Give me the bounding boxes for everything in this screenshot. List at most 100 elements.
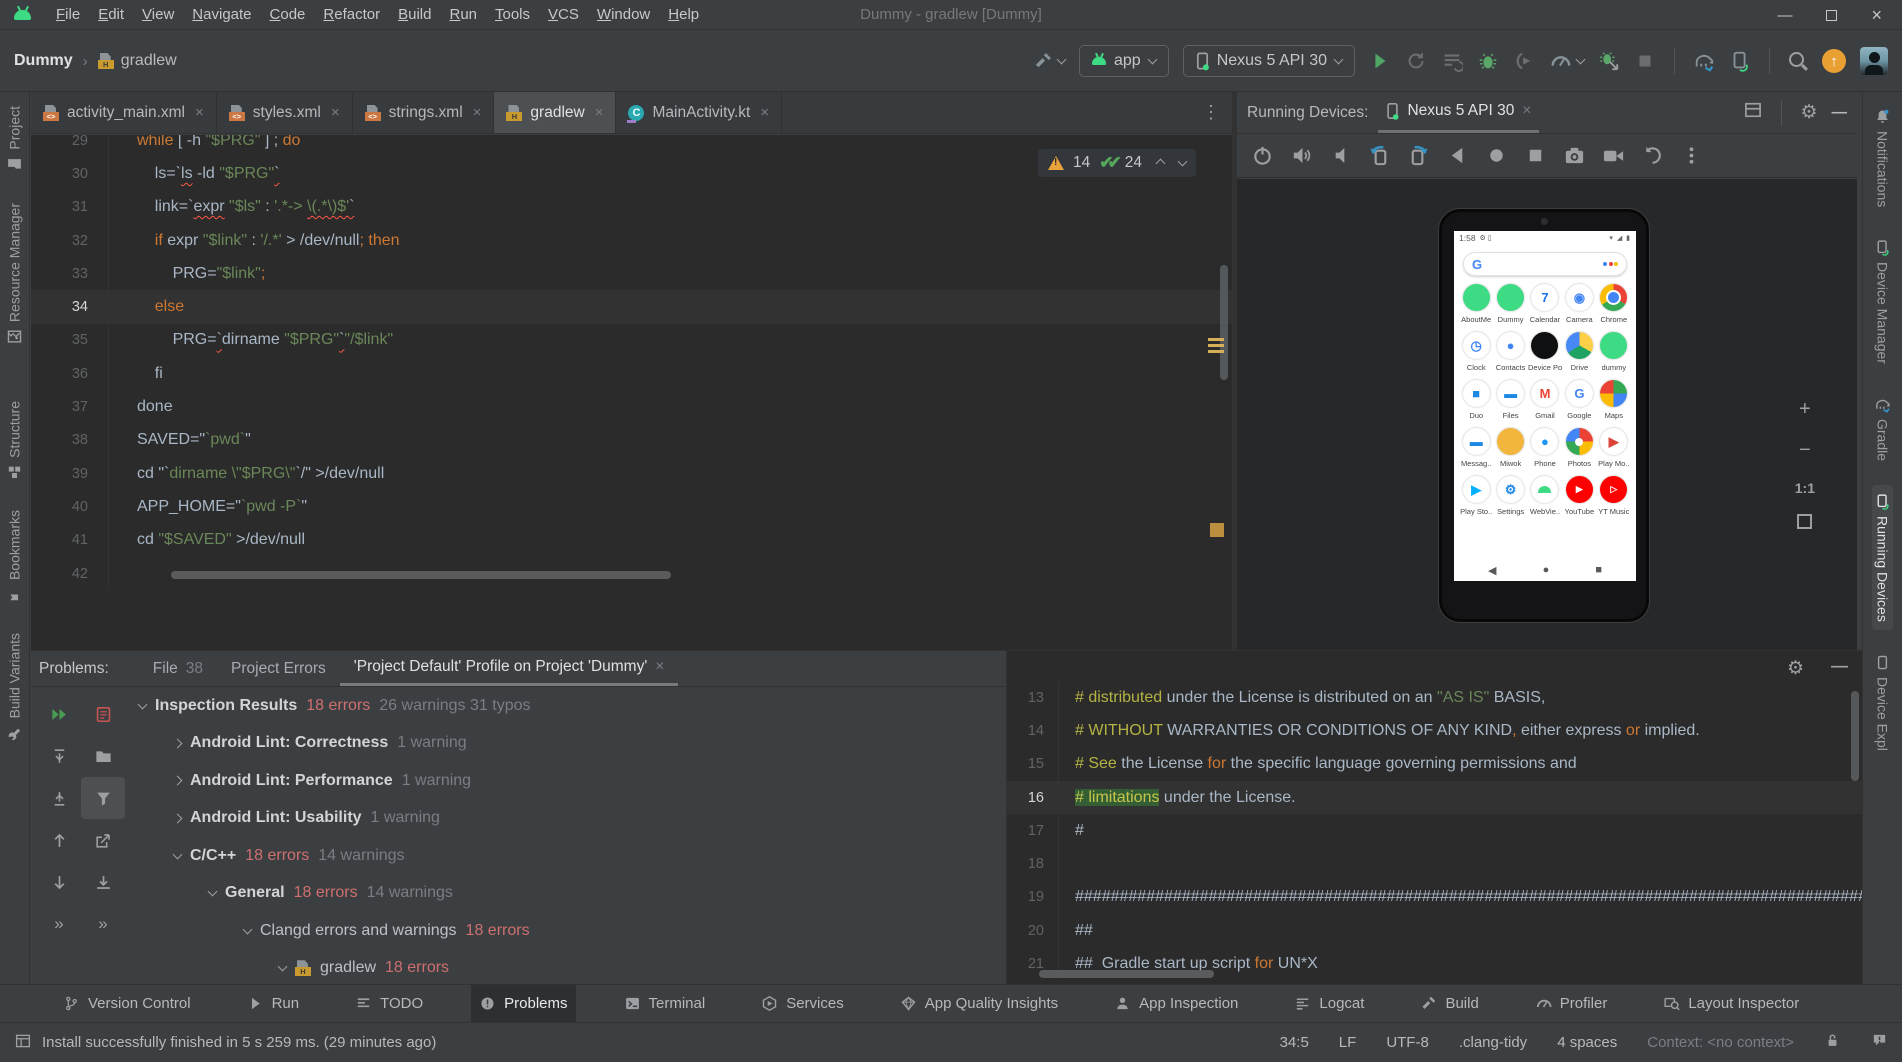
line-number[interactable]: 41 (31, 524, 109, 557)
line-number[interactable]: 34 (31, 290, 109, 323)
menu-tools[interactable]: Tools (486, 3, 539, 26)
line-number[interactable]: 42 (31, 557, 109, 590)
toolwindow-terminal[interactable]: Terminal (616, 985, 714, 1022)
app-chrome[interactable]: Chrome (1597, 284, 1631, 329)
search-icon[interactable] (1788, 51, 1808, 71)
rerun-inspection-icon-wrap[interactable] (37, 693, 81, 735)
tab-MainActivity.kt[interactable]: CMainActivity.kt× (616, 92, 782, 133)
zoom-in-button[interactable]: + (1799, 398, 1811, 421)
tab-options-kebab-icon[interactable]: ⋮ (1190, 102, 1232, 123)
overview-icon[interactable] (1524, 144, 1547, 167)
clang-profile[interactable]: .clang-tidy (1459, 1034, 1527, 1051)
line-number[interactable]: 20 (1007, 914, 1059, 947)
stripe-resource-manager[interactable]: Resource Manager (4, 195, 25, 353)
menu-build[interactable]: Build (389, 3, 440, 26)
line-number[interactable]: 14 (1007, 714, 1059, 747)
indent-setting[interactable]: 4 spaces (1557, 1034, 1617, 1051)
tree-row[interactable]: Inspection Results18 errors26 warnings 3… (131, 687, 1002, 725)
sync-project-icon[interactable] (1693, 50, 1715, 72)
app-aboutme[interactable]: AboutMe (1459, 284, 1493, 329)
line-number[interactable]: 19 (1007, 881, 1059, 914)
debug-button[interactable] (1477, 50, 1499, 72)
line-number[interactable]: 33 (31, 257, 109, 290)
toolwindow-run[interactable]: Run (239, 985, 308, 1022)
app-yt-music[interactable]: ▷YT Music (1597, 476, 1631, 521)
line-number[interactable]: 32 (31, 224, 109, 257)
stripe-running-devices[interactable]: Running Devices (1872, 485, 1893, 630)
toolwindow-services[interactable]: Services (753, 985, 852, 1022)
device-manager-icon[interactable] (1729, 50, 1751, 72)
toolwindow-layout-inspector[interactable]: Layout Inspector (1655, 985, 1807, 1022)
line-number[interactable]: 39 (31, 457, 109, 490)
app-drive[interactable]: Drive (1562, 332, 1596, 377)
toolwindow-app-inspection[interactable]: App Inspection (1106, 985, 1246, 1022)
apply-changes-icon[interactable] (1441, 50, 1463, 72)
preview-vertical-scrollbar[interactable] (1851, 691, 1859, 781)
minimize-button[interactable]: — (1777, 7, 1792, 24)
line-number[interactable]: 18 (1007, 847, 1059, 880)
app-play-mo-[interactable]: ▶Play Mo.. (1597, 428, 1631, 473)
stripe-structure[interactable]: Structure (4, 393, 25, 489)
device-selector[interactable]: Nexus 5 API 30 (1183, 45, 1355, 77)
tab-close-icon[interactable]: × (760, 104, 769, 121)
tab-close-icon[interactable]: × (331, 104, 340, 121)
inspections-widget[interactable]: 14 ✔✔ 24 (1038, 149, 1196, 177)
attach-debugger-icon[interactable] (1598, 50, 1620, 72)
app-files[interactable]: ▬Files (1493, 380, 1527, 425)
app-webvie-[interactable]: WebVie.. (1528, 476, 1562, 521)
encoding[interactable]: UTF-8 (1386, 1034, 1429, 1051)
app-photos[interactable]: Photos (1562, 428, 1596, 473)
tree-row[interactable]: Hgradlew18 errors (131, 950, 1002, 985)
line-number[interactable]: 17 (1007, 814, 1059, 847)
stripe-notifications[interactable]: Notifications (1872, 100, 1893, 215)
menu-navigate[interactable]: Navigate (183, 3, 260, 26)
line-number[interactable]: 13 (1007, 681, 1059, 714)
device-tab[interactable]: Nexus 5 API 30 × (1378, 92, 1539, 133)
horizontal-scrollbar[interactable] (171, 571, 671, 579)
volume-down-icon[interactable] (1329, 144, 1352, 167)
volume-up-icon[interactable] (1290, 144, 1313, 167)
stripe-bookmarks[interactable]: Bookmarks (4, 502, 25, 611)
tree-row[interactable]: General18 errors14 warnings (131, 875, 1002, 913)
screen-record-icon[interactable] (1602, 144, 1625, 167)
app-google[interactable]: GGoogle (1562, 380, 1596, 425)
vertical-scrollbar[interactable] (1220, 265, 1228, 380)
line-number[interactable]: 31 (31, 191, 109, 224)
toolwindow-version-control[interactable]: Version Control (55, 985, 199, 1022)
app-maps[interactable]: Maps (1597, 380, 1631, 425)
close-button[interactable]: × (1871, 5, 1882, 26)
chevron-right-icon[interactable] (173, 738, 183, 748)
stripe-project[interactable]: Project (4, 98, 25, 181)
line-number[interactable]: 30 (31, 157, 109, 190)
tab-close-icon[interactable]: × (195, 104, 204, 121)
toolwindow-problems[interactable]: Problems (471, 985, 575, 1022)
rerun-icon[interactable] (1405, 50, 1427, 72)
next-problem-icon-wrap[interactable] (37, 861, 81, 903)
menu-code[interactable]: Code (261, 3, 315, 26)
line-number[interactable]: 15 (1007, 748, 1059, 781)
tab-strings.xml[interactable]: <>strings.xml× (353, 92, 495, 133)
line-number[interactable]: 29 (31, 135, 109, 157)
more-chevrons-right[interactable]: » (81, 903, 125, 945)
toolwindow-profiler[interactable]: Profiler (1527, 985, 1616, 1022)
app-contacts[interactable]: ●Contacts (1493, 332, 1527, 377)
emulator-home-button[interactable]: ● (1543, 564, 1550, 576)
expand-all-icon-wrap[interactable] (37, 735, 81, 777)
zoom-reset-button[interactable]: 1:1 (1795, 480, 1815, 496)
tab-gradlew[interactable]: Hgradlew× (494, 92, 616, 133)
write-access-lock-icon[interactable] (1824, 1032, 1841, 1049)
stripe-device-expl[interactable]: Device Expl (1872, 646, 1893, 759)
snapshots-icon[interactable] (1641, 144, 1664, 167)
fit-to-window-button[interactable] (1797, 514, 1812, 529)
app-messag-[interactable]: ▬Messag.. (1459, 428, 1493, 473)
event-log-balloon-icon[interactable] (1871, 1032, 1888, 1049)
open-in-new-icon-wrap[interactable] (81, 819, 125, 861)
problems-minimize-icon[interactable]: — (1831, 656, 1848, 676)
dropdown-chevron-icon[interactable] (1576, 55, 1586, 65)
avatar[interactable] (1860, 47, 1888, 75)
toolwindow-logcat[interactable]: Logcat (1286, 985, 1372, 1022)
dropdown-chevron-icon[interactable] (1057, 55, 1067, 65)
tree-row[interactable]: Android Lint: Usability1 warning (131, 800, 1002, 838)
emulator-back-button[interactable]: ◀ (1488, 564, 1496, 577)
menu-window[interactable]: Window (588, 3, 659, 26)
